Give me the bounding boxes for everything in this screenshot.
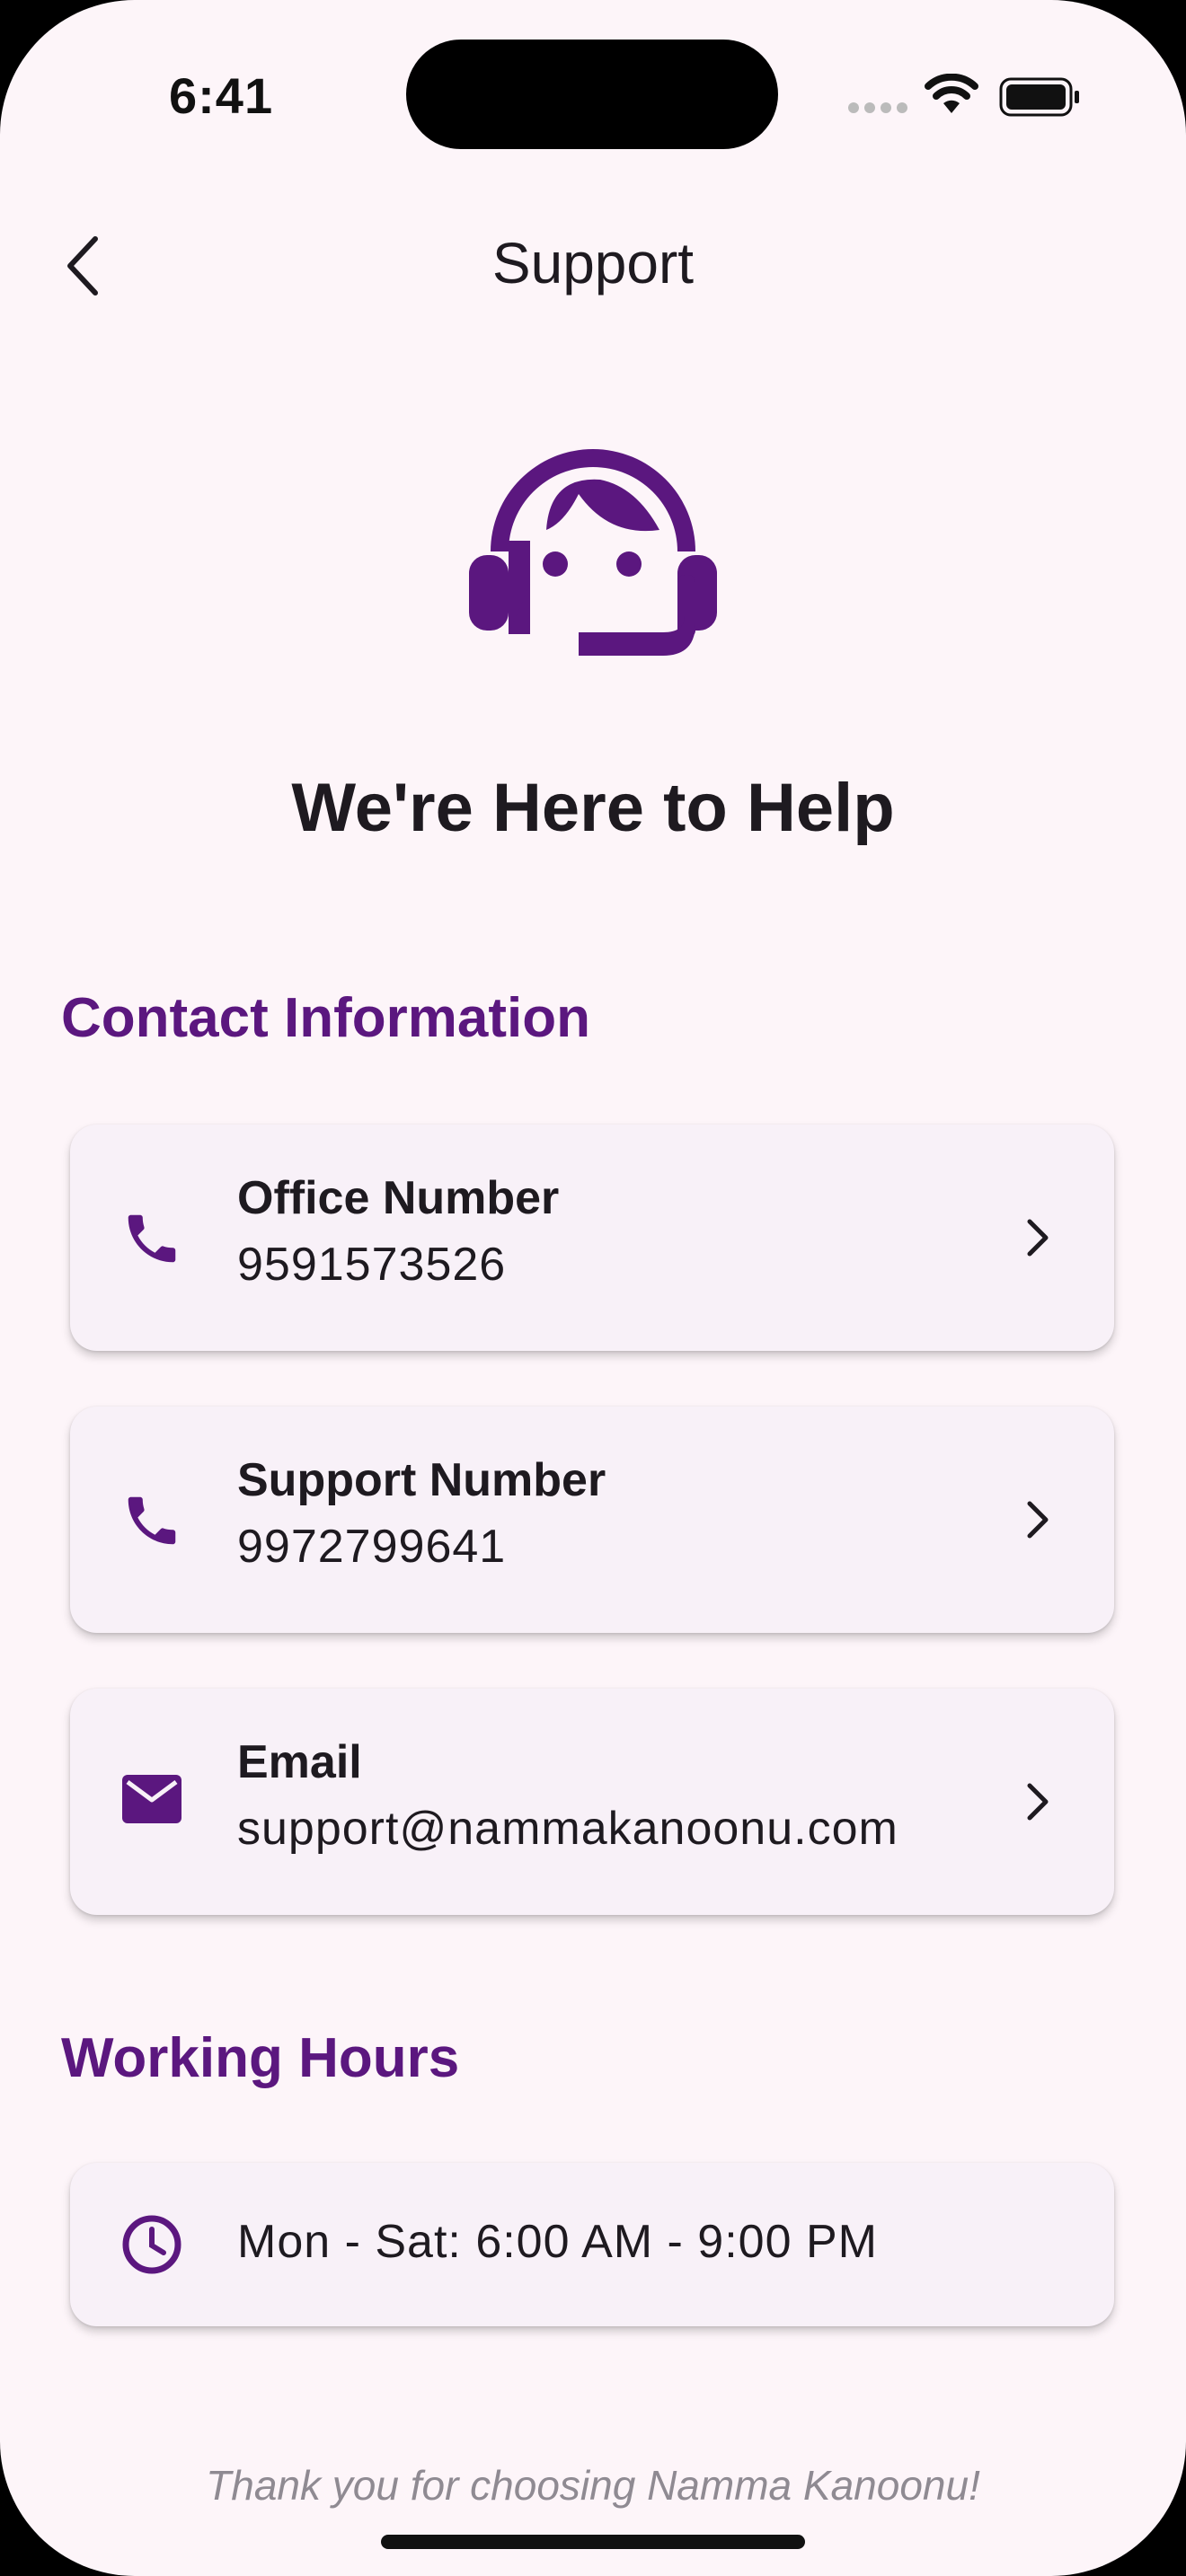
section-title-contact: Contact Information — [61, 987, 590, 1049]
page-title: Support — [491, 231, 695, 296]
support-number-value: 9972799641 — [237, 1521, 507, 1573]
support-number-card[interactable]: Support Number 9972799641 — [70, 1407, 1114, 1633]
section-title-hours: Working Hours — [61, 2027, 460, 2089]
clock-icon — [122, 2215, 181, 2274]
email-card[interactable]: Email support@nammakanoonu.com — [70, 1689, 1114, 1915]
phone-icon — [128, 1214, 176, 1263]
email-icon — [122, 1775, 181, 1823]
hero-title: We're Here to Help — [291, 770, 895, 846]
phone-icon — [128, 1496, 176, 1545]
chevron-right-icon — [1027, 1501, 1049, 1539]
office-number-card[interactable]: Office Number 9591573526 — [70, 1125, 1114, 1351]
working-hours-card: Mon - Sat: 6:00 AM - 9:00 PM — [70, 2163, 1114, 2326]
working-hours-text: Mon - Sat: 6:00 AM - 9:00 PM — [237, 2216, 878, 2268]
phone-screen: 6:41 Support We're Here to Help Contact … — [0, 0, 1186, 2576]
office-number-value: 9591573526 — [237, 1239, 507, 1291]
wifi-icon — [925, 74, 978, 113]
support-number-label: Support Number — [237, 1454, 606, 1506]
dynamic-island — [406, 40, 778, 149]
support-agent-icon — [469, 449, 717, 656]
home-indicator[interactable] — [381, 2535, 805, 2549]
office-number-label: Office Number — [237, 1172, 560, 1224]
email-value: support@nammakanoonu.com — [237, 1803, 898, 1855]
status-time: 6:41 — [169, 67, 274, 124]
email-label: Email — [237, 1736, 362, 1788]
footer-text: Thank you for choosing Namma Kanoonu! — [206, 2462, 980, 2509]
battery-icon — [999, 77, 1079, 117]
chevron-right-icon — [1027, 1783, 1049, 1821]
chevron-right-icon — [1027, 1219, 1049, 1257]
